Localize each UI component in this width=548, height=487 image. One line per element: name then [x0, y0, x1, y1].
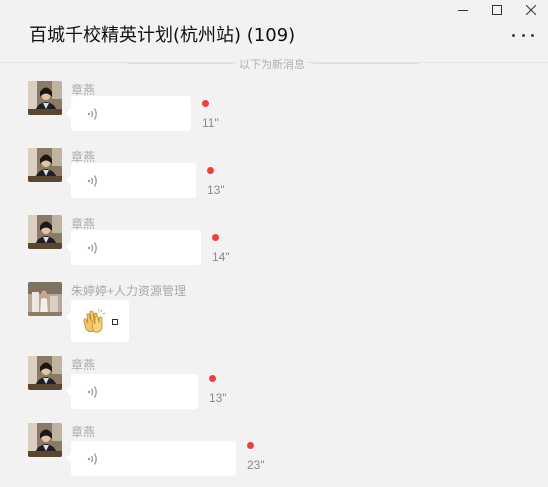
voice-duration: 13"	[209, 391, 227, 405]
unread-dot	[212, 234, 219, 241]
avatar[interactable]	[28, 215, 62, 249]
voice-wave-icon	[87, 175, 97, 187]
window-controls	[446, 0, 548, 20]
voice-message-bubble[interactable]	[66, 374, 198, 409]
close-icon	[526, 5, 536, 15]
avatar[interactable]	[28, 423, 62, 457]
close-button[interactable]	[514, 0, 548, 20]
unread-dot	[209, 375, 216, 382]
more-options-button[interactable]	[512, 30, 534, 40]
voice-message-bubble[interactable]	[66, 230, 201, 265]
voice-message-bubble[interactable]	[66, 163, 196, 198]
voice-wave-icon	[87, 242, 97, 254]
new-messages-divider: 以下为新消息	[127, 55, 419, 72]
avatar[interactable]	[28, 356, 62, 390]
avatar[interactable]	[28, 148, 62, 182]
unread-dot	[247, 442, 254, 449]
sender-name: 章燕	[71, 358, 96, 372]
divider-line-left	[127, 63, 233, 64]
voice-message-bubble[interactable]	[66, 441, 236, 476]
avatar[interactable]	[28, 81, 62, 115]
unread-dot	[207, 167, 214, 174]
voice-wave-icon	[87, 386, 97, 398]
maximize-icon	[492, 5, 502, 15]
unsupported-glyph-icon	[112, 319, 118, 325]
clapping-hands-icon	[83, 309, 106, 333]
minimize-button[interactable]	[446, 0, 480, 20]
unread-dot	[202, 100, 209, 107]
voice-duration: 23"	[247, 458, 265, 472]
voice-duration: 14"	[212, 250, 230, 264]
emoji-message-bubble[interactable]	[66, 300, 129, 342]
sender-name: 章燕	[71, 425, 96, 439]
new-messages-label: 以下为新消息	[237, 56, 307, 72]
voice-wave-icon	[87, 108, 97, 120]
voice-duration: 13"	[207, 183, 225, 197]
minimize-icon	[458, 10, 468, 11]
maximize-button[interactable]	[480, 0, 514, 20]
voice-message-bubble[interactable]	[66, 96, 191, 131]
more-dots-icon	[512, 33, 515, 37]
avatar[interactable]	[28, 282, 62, 316]
divider-line-right	[313, 63, 419, 64]
voice-wave-icon	[87, 453, 97, 465]
voice-duration: 11"	[202, 116, 219, 130]
chat-title: 百城千校精英计划(杭州站) (109)	[29, 25, 296, 46]
sender-name: 朱婷婷+人力资源管理	[71, 284, 187, 298]
